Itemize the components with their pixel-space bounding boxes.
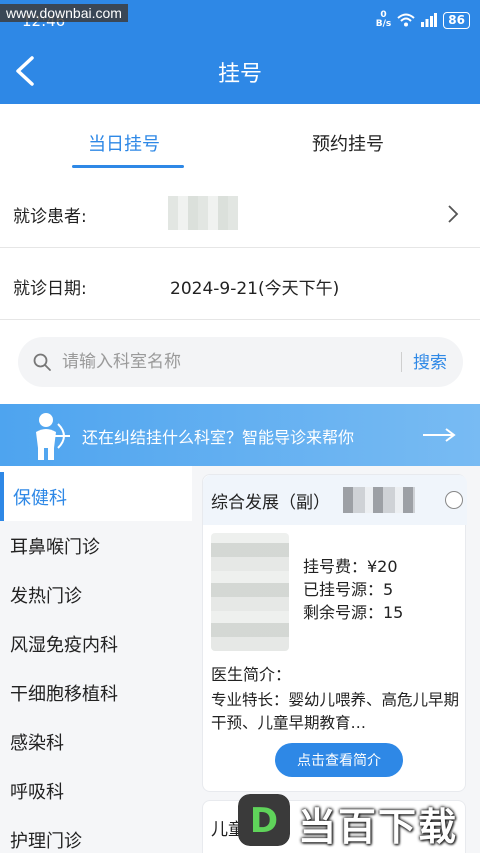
doctor-card[interactable]: 综合发展（副） 挂号费：¥20 已挂号源：5 剩余号源：15 医生简介： 专业特…: [202, 474, 467, 792]
dept-item[interactable]: 耳鼻喉门诊: [0, 521, 192, 570]
view-intro-button[interactable]: 点击查看简介: [275, 743, 403, 777]
visit-date-row: 就诊日期: 2024-9-21(今天下午): [0, 254, 480, 320]
dept-item[interactable]: 保健科: [0, 472, 192, 521]
department-list: 保健科 耳鼻喉门诊 发热门诊 风湿免疫内科 干细胞移植科 感染科 呼吸科 护理门…: [0, 472, 192, 853]
status-bar: 12:46 www.downbai.com 0 B/s 86: [0, 0, 480, 40]
network-speed: 0 B/s: [375, 10, 392, 29]
arrow-right-icon: [423, 428, 456, 442]
dept-item[interactable]: 感染科: [0, 717, 192, 766]
dept-item[interactable]: 护理门诊: [0, 815, 192, 853]
doctor-card-header: 综合发展（副）: [203, 475, 467, 525]
wifi-icon: [397, 13, 415, 27]
page-title: 挂号: [217, 62, 262, 87]
search-divider: [401, 352, 402, 372]
status-icons: 0 B/s 86: [376, 11, 470, 29]
tab-appointment[interactable]: 预约挂号: [312, 130, 384, 156]
dept-active-indicator: [0, 472, 4, 521]
search-button[interactable]: 搜索: [413, 348, 447, 373]
doctor-intro-label: 医生简介：: [211, 665, 292, 684]
archer-figure-icon: [36, 413, 70, 460]
brand-text: 当百下载: [298, 805, 459, 849]
battery-indicator: 86: [443, 11, 470, 29]
patient-label: 就诊患者:: [13, 207, 87, 227]
tab-bar: 当日挂号 预约挂号: [0, 104, 480, 184]
search-input[interactable]: [62, 347, 382, 377]
visit-date-label: 就诊日期:: [13, 279, 87, 299]
banner-text: 还在纠结挂什么科室？智能导诊来帮你: [82, 428, 355, 447]
doctor-specialty: 专业特长：婴幼儿喂养、高危儿早期干预、儿童早期教育…: [211, 691, 460, 732]
signal-icon: [421, 13, 438, 27]
dept-item[interactable]: 发热门诊: [0, 570, 192, 619]
search-icon: [33, 353, 51, 371]
registered-count: 已挂号源：5: [303, 580, 394, 599]
doctor-select-radio[interactable]: [445, 491, 463, 509]
chevron-right-icon: [448, 205, 459, 223]
patient-name-redacted: [168, 196, 238, 230]
visit-date-value: 2024-9-21(今天下午): [170, 279, 340, 299]
registration-fee: 挂号费：¥20: [303, 557, 398, 576]
dept-item[interactable]: 干细胞移植科: [0, 668, 192, 717]
remaining-count: 剩余号源：15: [303, 603, 404, 622]
tab-same-day[interactable]: 当日挂号: [88, 130, 160, 156]
dept-item[interactable]: 风湿免疫内科: [0, 619, 192, 668]
brand-watermark: D 当百下载: [238, 790, 480, 853]
brand-logo-icon: D: [238, 794, 290, 846]
top-bar: 12:46 www.downbai.com 0 B/s 86 挂号: [0, 0, 480, 104]
dept-item[interactable]: 呼吸科: [0, 766, 192, 815]
patient-row[interactable]: 就诊患者:: [0, 182, 480, 248]
doctor-card-title: 综合发展（副）: [211, 493, 330, 513]
tab-active-indicator: [72, 165, 184, 168]
doctor-name-redacted: [343, 487, 415, 513]
doctor-photo-redacted: [211, 533, 289, 651]
smart-guide-banner[interactable]: 还在纠结挂什么科室？智能导诊来帮你: [0, 404, 480, 466]
site-watermark: www.downbai.com: [0, 4, 128, 22]
department-search: 搜索: [18, 337, 463, 387]
svg-text:D: D: [250, 801, 278, 841]
